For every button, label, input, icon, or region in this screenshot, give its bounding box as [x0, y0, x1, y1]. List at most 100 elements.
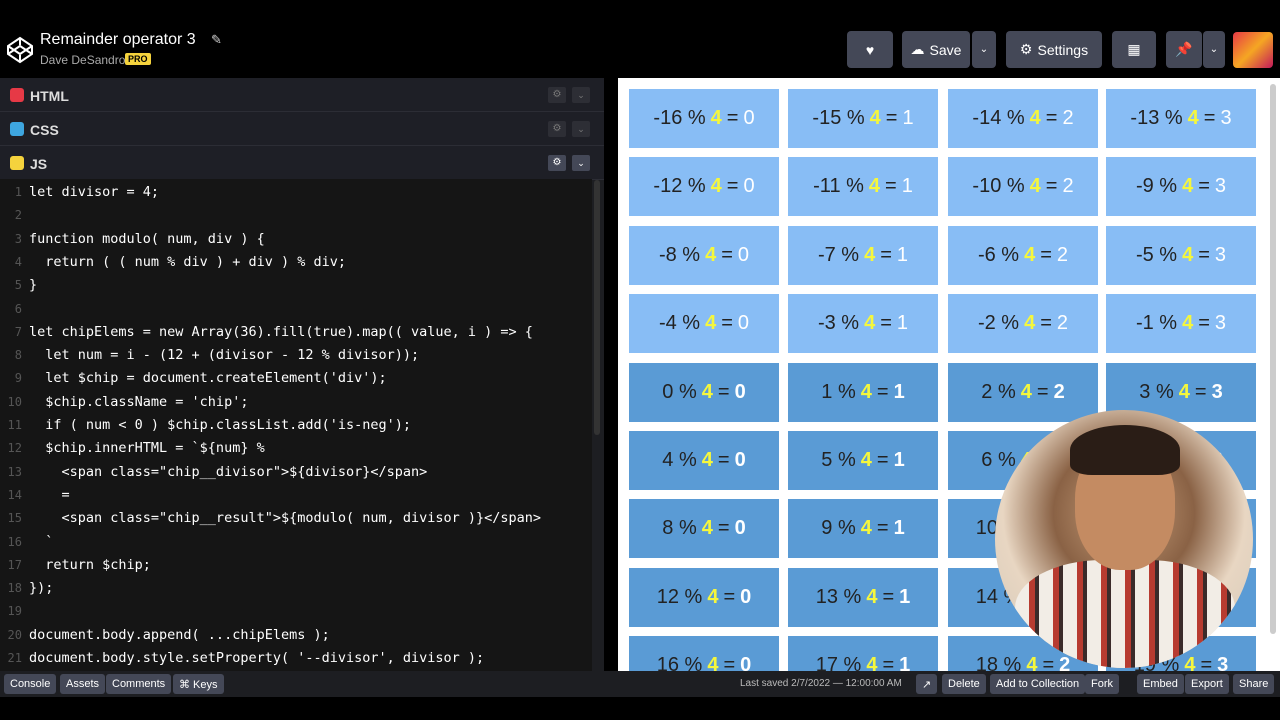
code-line[interactable]: 20 document.body.append( ...chipElems ); — [0, 624, 592, 647]
chip-operator: % — [673, 380, 697, 403]
chip-result: 0 — [740, 654, 752, 671]
remainder-chip: -16 % 4 = 0 — [629, 89, 779, 148]
code-line[interactable]: 9 let $chip = document.createElement('di… — [0, 367, 592, 390]
settings-button[interactable]: ⚙ Settings — [1006, 31, 1102, 68]
chip-result: 3 — [1214, 243, 1227, 266]
remainder-chip: -10 % 4 = 2 — [948, 157, 1098, 217]
save-label: Save — [929, 41, 962, 58]
code-line[interactable]: 16 ` — [0, 531, 592, 554]
editor-scrollbar[interactable] — [594, 180, 600, 435]
code-line[interactable]: 7 let chipElems = new Array(36).fill(true… — [0, 321, 592, 344]
remainder-chip: 1 % 4 = 1 — [788, 362, 938, 422]
gear-icon[interactable]: ⚙ — [548, 155, 566, 171]
heart-button[interactable]: ♥ — [847, 31, 893, 68]
chip-number: -16 — [653, 107, 683, 129]
line-number: 9 — [14, 371, 22, 386]
chevron-down-icon[interactable]: ⌄ — [572, 121, 590, 137]
code-line[interactable]: 3 function modulo( num, div ) { — [0, 228, 592, 251]
delete-button[interactable]: Delete — [942, 674, 986, 694]
line-number: 7 — [14, 324, 22, 339]
code-line[interactable]: 21 document.body.style.setProperty( '--di… — [0, 647, 592, 670]
gear-icon[interactable]: ⚙ — [548, 87, 566, 103]
code-line[interactable]: 17 return $chip; — [0, 554, 592, 577]
code-line[interactable]: 5} — [0, 274, 592, 297]
chevron-down-icon[interactable]: ⌄ — [572, 87, 590, 103]
author-name[interactable]: Dave DeSandro — [40, 53, 125, 67]
pen-title[interactable]: Remainder operator 3 — [40, 31, 196, 49]
remainder-chip: -15 % 4 = 1 — [788, 89, 938, 148]
chip-number: 14 — [975, 585, 998, 608]
pin-dropdown-button[interactable]: ⌄ — [1203, 31, 1225, 68]
chip-divisor: 4 — [1182, 312, 1194, 335]
tab-css[interactable]: CSS ⚙ ⌄ — [0, 112, 604, 146]
edit-pencil-icon[interactable]: ✎ — [211, 32, 222, 48]
console-button[interactable]: Console — [4, 674, 57, 694]
tab-js[interactable]: JS ⚙ ⌄ — [0, 146, 604, 180]
code-line[interactable]: 15 <span class="chip__result">${modulo( … — [0, 507, 592, 530]
chip-operator: % — [1001, 175, 1025, 198]
fork-button[interactable]: Fork — [1085, 674, 1119, 694]
js-icon — [10, 156, 24, 170]
gear-icon[interactable]: ⚙ — [548, 121, 566, 137]
code-line[interactable]: 13 <span class="chip__divisor">${divisor… — [0, 461, 592, 484]
chip-divisor: 4 — [1024, 243, 1036, 266]
tab-html[interactable]: HTML ⚙ ⌄ — [0, 78, 604, 112]
user-avatar[interactable] — [1233, 32, 1273, 68]
chip-divisor: 4 — [860, 517, 872, 540]
code-text: let $chip = document.createElement('div'… — [29, 370, 387, 387]
chip-equals: = — [1045, 107, 1058, 129]
chip-divisor: 4 — [705, 243, 717, 266]
preview-scrollbar[interactable] — [1270, 84, 1276, 634]
code-line[interactable]: 10 $chip.className = 'chip'; — [0, 391, 592, 414]
code-text: let num = i - (12 + (divisor - 12 % divi… — [29, 347, 420, 364]
chip-equals: = — [885, 107, 898, 129]
export-button[interactable]: Export — [1185, 674, 1229, 694]
code-line[interactable]: 2 — [0, 204, 592, 227]
code-line[interactable]: 18}); — [0, 577, 592, 600]
code-line[interactable]: 4 return ( ( num % div ) + div ) % div; — [0, 251, 592, 274]
chip-divisor: 4 — [701, 517, 713, 540]
chip-result: 1 — [896, 312, 909, 335]
code-text: if ( num < 0 ) $chip.classList.add('is-n… — [29, 417, 412, 433]
code-line[interactable]: 14 = — [0, 484, 592, 507]
save-dropdown-button[interactable]: ⌄ — [972, 31, 996, 68]
chip-divisor: 4 — [868, 175, 881, 198]
codepen-logo-icon[interactable] — [6, 36, 34, 64]
chip-result: 0 — [737, 312, 750, 335]
code-line[interactable]: 11 if ( num < 0 ) $chip.classList.add('i… — [0, 414, 592, 437]
line-number: 3 — [14, 231, 22, 246]
share-button[interactable]: Share — [1233, 674, 1275, 694]
code-line[interactable]: 1 let divisor = 4; — [0, 181, 592, 204]
chip-divisor: 4 — [1182, 243, 1194, 266]
header: Remainder operator 3 ✎ Dave DeSandro PRO… — [0, 0, 1280, 78]
chip-result: 3 — [1220, 107, 1232, 129]
comments-button[interactable]: Comments — [106, 674, 172, 694]
chip-operator: % — [1159, 107, 1183, 129]
assets-button[interactable]: Assets — [60, 674, 106, 694]
embed-button[interactable]: Embed — [1137, 674, 1184, 694]
chip-number: 5 — [821, 449, 833, 471]
keys-button[interactable]: ⌘ Keys — [173, 674, 224, 694]
chip-operator: % — [832, 517, 856, 540]
code-line[interactable]: 6 — [0, 298, 592, 321]
pin-button[interactable]: 📌 — [1166, 31, 1202, 68]
chip-divisor: 4 — [1187, 107, 1199, 129]
external-link-button[interactable]: ↗ — [916, 674, 938, 694]
code-line[interactable]: 12 $chip.innerHTML = `${num} % — [0, 437, 592, 460]
layout-button[interactable]: ▦ — [1112, 31, 1156, 68]
code-line[interactable]: 8 let num = i - (12 + (divisor - 12 % di… — [0, 344, 592, 367]
last-saved-text: Last saved 2/7/2022 — 12:00:00 AM — [740, 678, 902, 689]
add-to-collection-button[interactable]: Add to Collection — [990, 674, 1086, 694]
remainder-chip: 9 % 4 = 1 — [788, 499, 938, 559]
js-code-editor[interactable]: 1 let divisor = 4; 2 3 function modulo( num,… — [0, 179, 592, 671]
code-text: }); — [29, 580, 54, 597]
chip-number: -10 — [972, 175, 1002, 198]
save-button[interactable]: ☁ Save — [902, 31, 970, 68]
chip-number: 9 — [821, 517, 833, 540]
chip-operator: % — [835, 312, 860, 335]
chevron-down-icon[interactable]: ⌄ — [572, 155, 590, 171]
remainder-chip: 12 % 4 = 0 — [629, 567, 779, 627]
code-line[interactable]: 19 — [0, 600, 592, 623]
chip-equals: = — [880, 312, 892, 335]
remainder-chip: -9 % 4 = 3 — [1106, 157, 1256, 217]
